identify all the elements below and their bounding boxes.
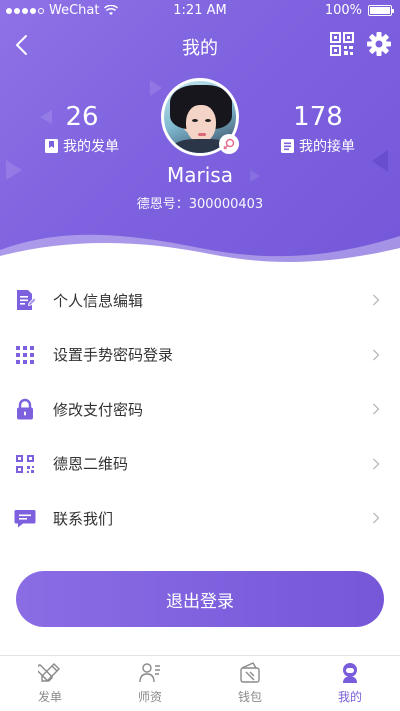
decorative-triangle xyxy=(150,80,162,96)
edit-document-icon xyxy=(17,290,36,310)
grid-dots-icon xyxy=(16,345,34,364)
menu-item-label: 个人信息编辑 xyxy=(53,291,144,310)
tab-label: 师资 xyxy=(137,690,162,704)
female-gender-icon xyxy=(219,134,239,154)
menu-item-qr-code[interactable]: 德恩二维码 xyxy=(0,437,400,492)
menu-item-gesture-password[interactable]: 设置手势密码登录 xyxy=(0,328,400,383)
chevron-right-icon xyxy=(373,458,380,469)
pencil-ruler-icon xyxy=(38,663,60,682)
menu-item-contact-us[interactable]: 联系我们 xyxy=(0,491,400,546)
gear-icon[interactable] xyxy=(366,31,392,57)
orders-sent-label: 我的发单 xyxy=(63,139,119,155)
battery-percent: 100% xyxy=(324,3,362,18)
menu-item-profile-edit[interactable]: 个人信息编辑 xyxy=(0,273,400,328)
qr-code-icon[interactable] xyxy=(330,32,354,56)
user-icon xyxy=(343,663,357,683)
chevron-right-icon xyxy=(373,403,380,415)
document-list-icon xyxy=(281,139,294,153)
bottom-tab-bar: 发单 师资 钱包 我的 xyxy=(0,655,400,711)
tab-label: 钱包 xyxy=(237,690,262,704)
chevron-right-icon xyxy=(373,294,380,306)
profile-header: WeChat 1:21 AM 100% 我的 26 我的发单 178 我的接单 … xyxy=(0,0,400,270)
orders-sent-count: 26 xyxy=(65,102,99,132)
tab-mine[interactable]: 我的 xyxy=(300,656,400,711)
wallet-icon xyxy=(240,662,260,683)
chevron-right-icon xyxy=(373,512,380,524)
teacher-icon xyxy=(139,663,160,683)
orders-taken-stat[interactable]: 178 我的接单 xyxy=(268,102,368,156)
orders-taken-count: 178 xyxy=(293,102,343,132)
qr-code-icon xyxy=(16,454,34,473)
tab-wallet[interactable]: 钱包 xyxy=(200,656,300,711)
nav-bar: 我的 xyxy=(0,28,400,62)
user-id: 德恩号：300000403 xyxy=(136,197,264,212)
tab-label: 我的 xyxy=(337,690,362,704)
menu-item-label: 德恩二维码 xyxy=(53,455,129,474)
battery-icon xyxy=(368,5,394,16)
tab-post-order[interactable]: 发单 xyxy=(0,656,100,711)
status-bar: WeChat 1:21 AM 100% xyxy=(0,0,400,22)
menu-item-payment-password[interactable]: 修改支付密码 xyxy=(0,382,400,437)
bookmark-icon xyxy=(45,139,58,153)
orders-taken-label: 我的接单 xyxy=(299,139,355,155)
logout-button[interactable]: 退出登录 xyxy=(16,571,384,627)
battery-status: 100% xyxy=(324,3,394,18)
chevron-right-icon xyxy=(373,349,380,360)
lock-icon xyxy=(17,398,33,420)
user-name: Marisa xyxy=(167,163,233,187)
tab-label: 发单 xyxy=(37,690,62,704)
tab-teachers[interactable]: 师资 xyxy=(100,656,200,711)
chat-message-icon xyxy=(14,510,36,528)
orders-sent-stat[interactable]: 26 我的发单 xyxy=(32,102,132,156)
wave-divider xyxy=(0,234,400,270)
settings-menu: 个人信息编辑 设置手势密码登录 修改支付密码 德恩二维码 联系我们 xyxy=(0,273,400,546)
menu-item-label: 联系我们 xyxy=(53,509,114,528)
menu-item-label: 设置手势密码登录 xyxy=(53,346,174,365)
menu-item-label: 修改支付密码 xyxy=(53,400,144,419)
